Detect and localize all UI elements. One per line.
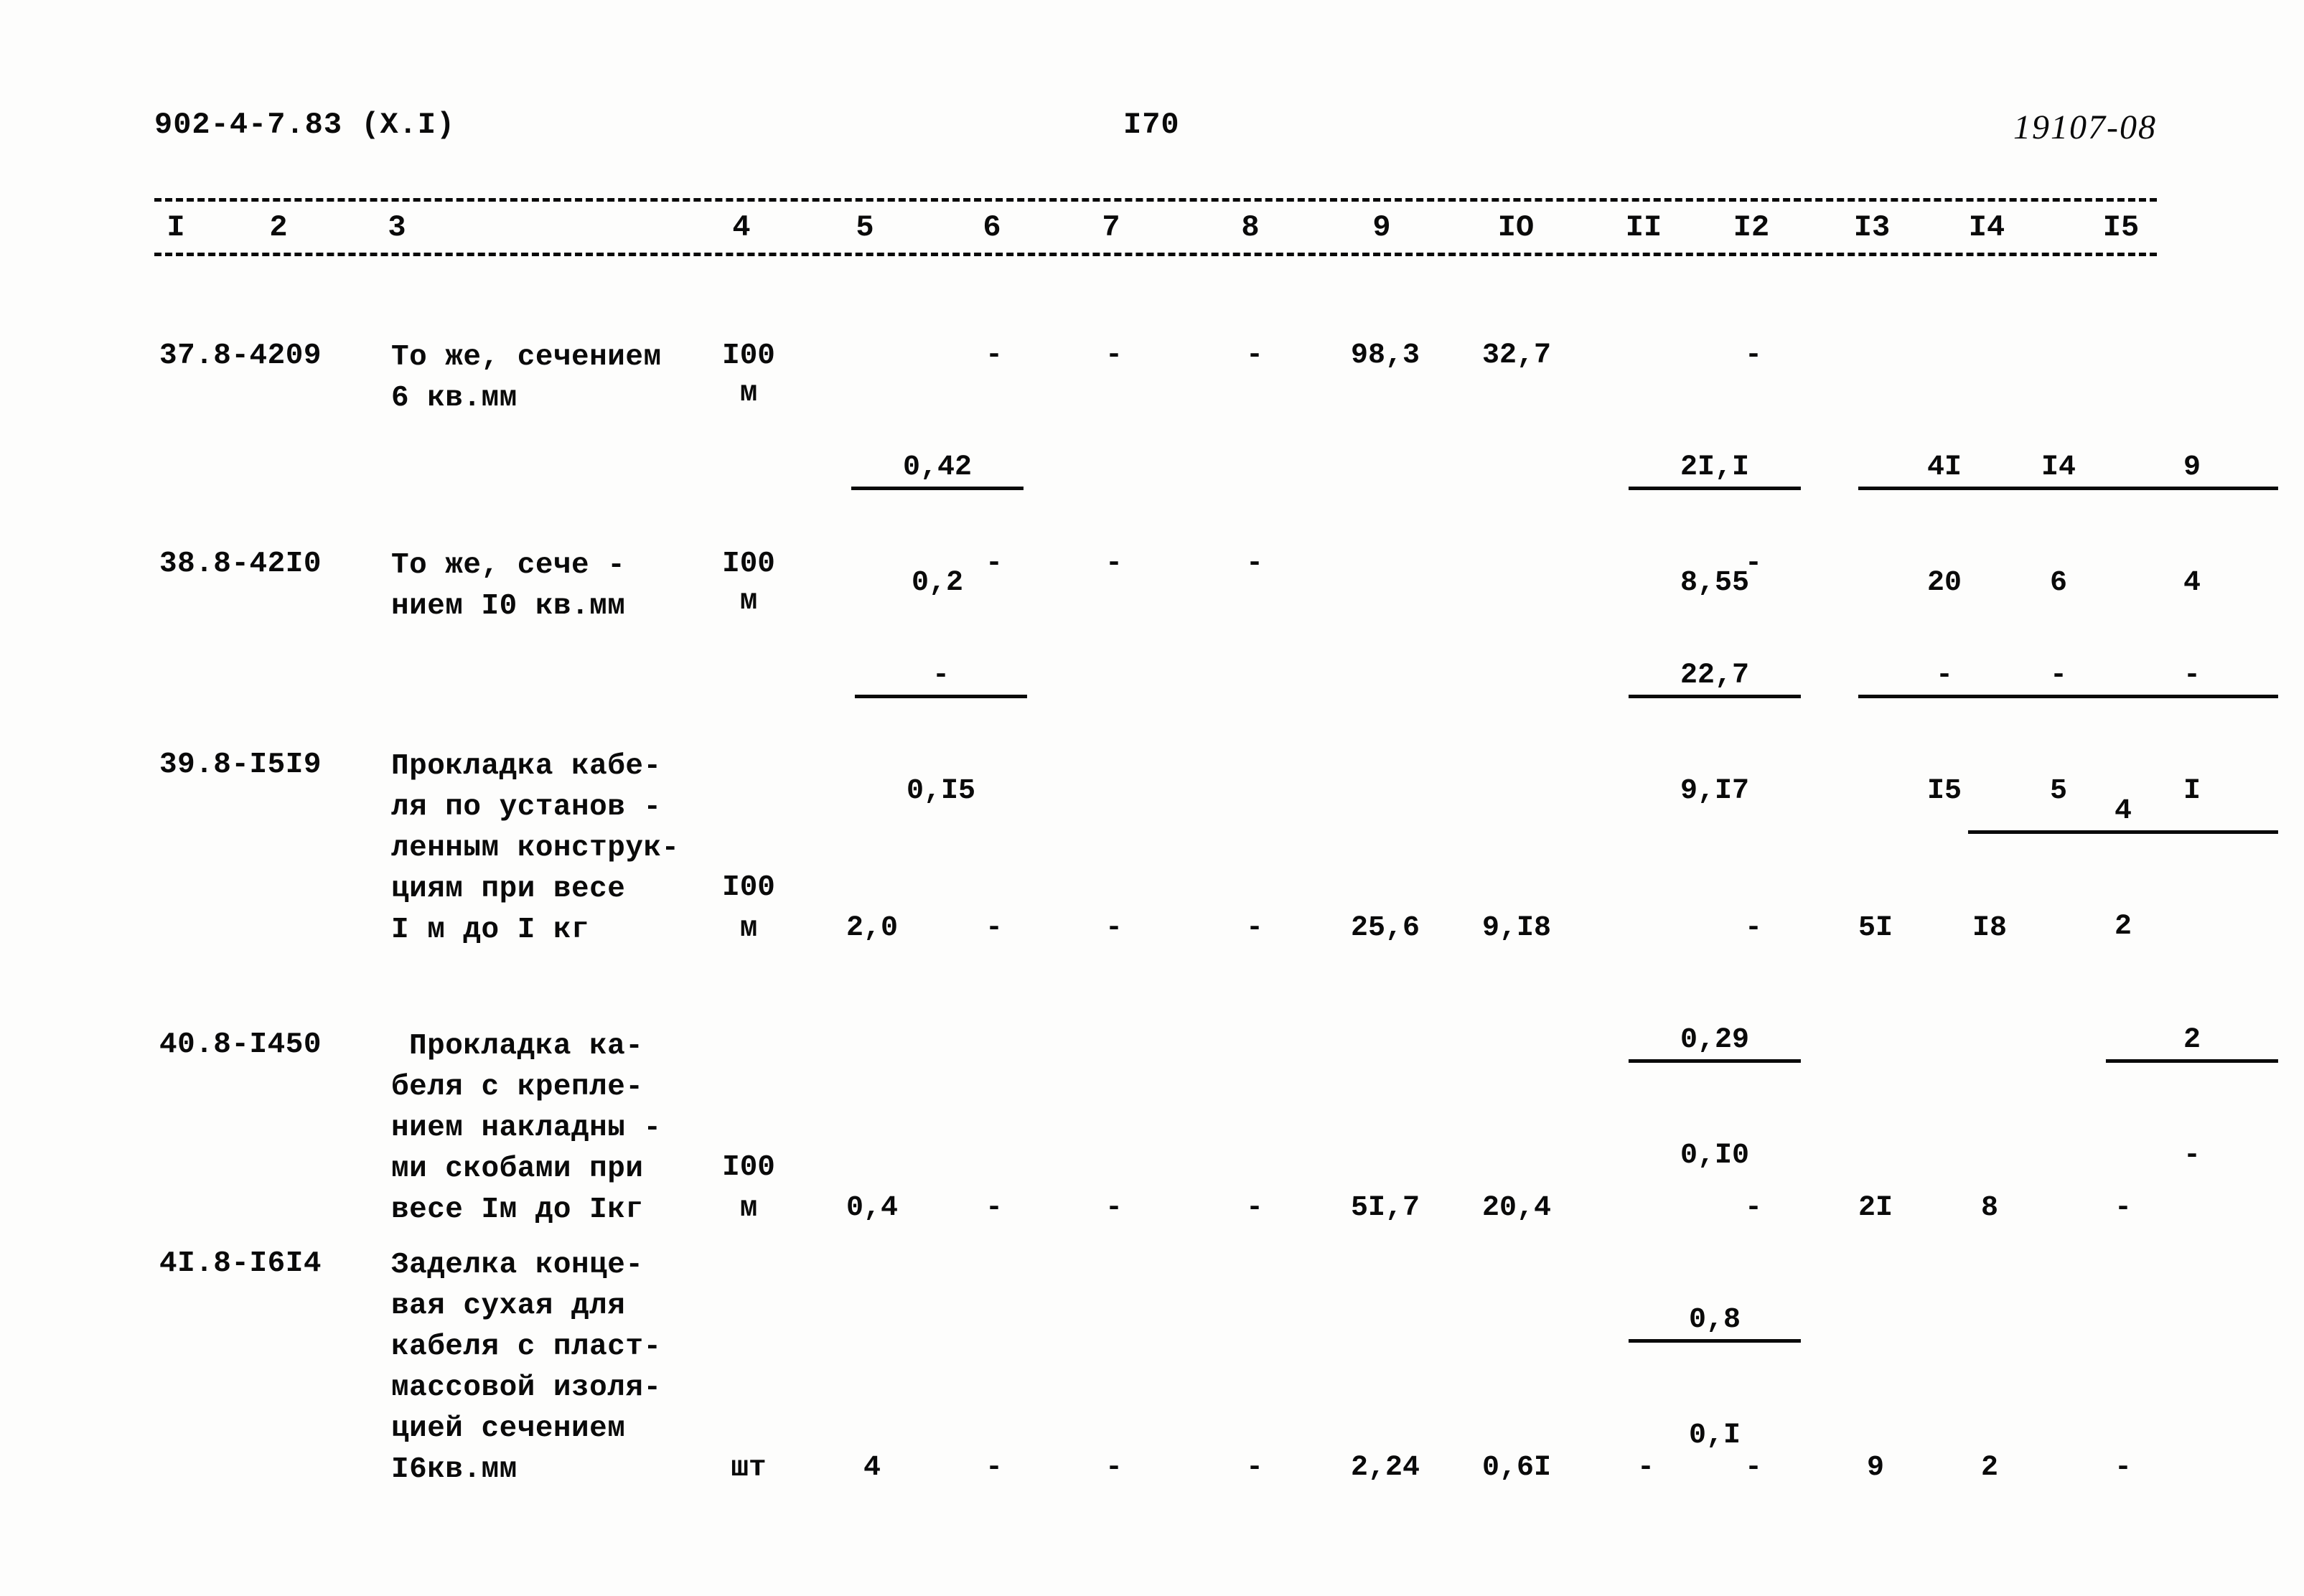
cell-col5: 0,4 <box>846 1192 899 1224</box>
row-code: 4I.8-I6I4 <box>159 1247 322 1280</box>
row-description-line: циям при весе <box>391 873 626 906</box>
cell-col15: - <box>2114 1452 2132 1484</box>
row-unit-line: м <box>739 912 758 945</box>
table-body: 37.8-4209 То же, сечением 6 кв.мм I00 м … <box>0 0 2304 1596</box>
cell-col8: - <box>1245 912 1264 944</box>
cell-col15: - I <box>1968 545 2279 922</box>
row-description-line: Заделка конце- <box>391 1249 644 1282</box>
cell-col7: - <box>1105 548 1123 580</box>
cell-col13: 9 <box>1866 1452 1885 1484</box>
cell-col7: - <box>1105 1192 1123 1224</box>
row-code: 38.8-42I0 <box>159 548 322 581</box>
cell-col9: 5I,7 <box>1350 1192 1420 1224</box>
cell-col9: 98,3 <box>1350 339 1420 372</box>
row-description-line: 6 кв.мм <box>391 382 518 415</box>
row-description-line: Прокладка ка- <box>409 1030 644 1063</box>
cell-col15: - <box>2114 1192 2132 1224</box>
document-page: 902-4-7.83 (X.I) I70 19107-08 I 2 3 4 5 … <box>0 0 2304 1596</box>
row-description-line: ля по установ - <box>391 791 662 824</box>
cell-col13: 2I <box>1858 1192 1893 1224</box>
cell-col7: - <box>1105 1452 1123 1484</box>
cell-col8: - <box>1245 1452 1264 1484</box>
fraction: - I <box>2105 583 2279 885</box>
cell-col8: - <box>1245 1192 1264 1224</box>
cell-col7: - <box>1105 912 1123 944</box>
row-unit-line: I00 <box>722 871 775 904</box>
row-description-line: Прокладка кабе- <box>391 750 662 783</box>
row-unit-line: шт <box>731 1452 767 1485</box>
cell-col11: - <box>1636 1452 1655 1484</box>
row-description-line: нием накладны - <box>391 1112 662 1145</box>
row-description-line: нием I0 кв.мм <box>391 590 626 623</box>
cell-col6: - <box>985 548 1003 580</box>
cell-col6: - <box>985 1452 1003 1484</box>
cell-col14: 2 <box>1980 1452 1999 1484</box>
row-description-line: I6кв.мм <box>391 1453 518 1486</box>
row-description-line: кабеля с пласт- <box>391 1330 662 1363</box>
row-description-line: вая сухая для <box>391 1290 626 1323</box>
cell-col12: - <box>1744 912 1763 944</box>
row-unit-line: I00 <box>722 1151 775 1184</box>
row-description-line: ми скобами при <box>391 1153 644 1186</box>
row-code: 39.8-I5I9 <box>159 748 322 781</box>
cell-col5: - 0,I5 <box>717 545 1028 922</box>
cell-col11: 0,8 0,I <box>1491 1190 1802 1567</box>
cell-col12: - <box>1744 1452 1763 1484</box>
row-description-line: беля с крепле- <box>391 1071 644 1104</box>
fraction: - 0,I5 <box>854 583 1028 885</box>
cell-col6: - <box>985 912 1003 944</box>
cell-col12: - <box>1744 1192 1763 1224</box>
cell-col14: 8 <box>1980 1192 1999 1224</box>
cell-col7: - <box>1105 339 1123 372</box>
row-description-line: ленным конструк- <box>391 832 680 865</box>
cell-col13: 5I <box>1858 912 1893 944</box>
row-description-line: массовой изоля- <box>391 1371 662 1404</box>
cell-col5: 4 <box>863 1452 881 1484</box>
row-code: 37.8-4209 <box>159 339 322 372</box>
row-description-line: I м до I кг <box>391 914 590 947</box>
row-description-line: весе Iм до Iкг <box>391 1193 644 1226</box>
row-unit-line: м <box>739 1192 758 1225</box>
row-description-line: То же, сече - <box>391 549 626 582</box>
row-description-line: То же, сечением <box>391 341 662 374</box>
row-code: 40.8-I450 <box>159 1028 322 1061</box>
cell-col6: - <box>985 1192 1003 1224</box>
row-description-line: цией сечением <box>391 1412 626 1445</box>
cell-col9: 2,24 <box>1350 1452 1420 1484</box>
cell-col8: - <box>1245 548 1264 580</box>
cell-col5: 2,0 <box>846 912 899 944</box>
cell-col6: - <box>985 339 1003 372</box>
cell-col15: 2 - <box>1968 910 2279 1287</box>
cell-col10: 0,6I <box>1481 1452 1552 1484</box>
cell-col9: 25,6 <box>1350 912 1420 944</box>
cell-col8: - <box>1245 339 1264 372</box>
